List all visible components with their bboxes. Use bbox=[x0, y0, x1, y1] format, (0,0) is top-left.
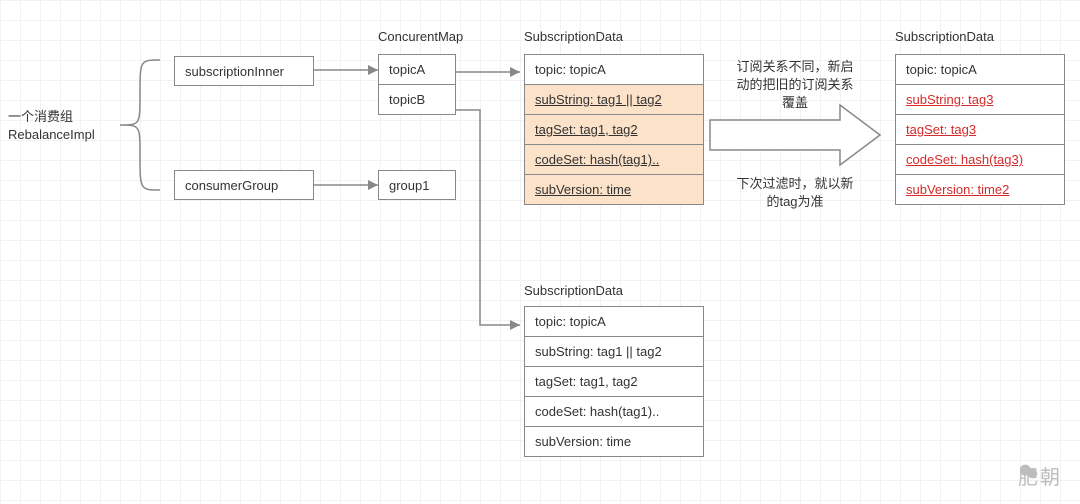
subscription-data-title-right: SubscriptionData bbox=[895, 28, 994, 46]
map-row-topicA: topicA bbox=[379, 55, 455, 85]
arrow-note-bottom: 下次过滤时，就以新 的tag为准 bbox=[720, 175, 870, 211]
sd1-topic: topic: topicA bbox=[525, 55, 703, 85]
watermark: 肥朝 bbox=[1018, 461, 1062, 490]
sdr-substring: subString: tag3 bbox=[896, 85, 1064, 115]
subscription-inner-box: subscriptionInner bbox=[174, 56, 314, 86]
sd1-codeset: codeSet: hash(tag1).. bbox=[525, 145, 703, 175]
sd2-subversion: subVersion: time bbox=[525, 427, 703, 456]
sdr-topic: topic: topicA bbox=[896, 55, 1064, 85]
sd1-substring: subString: tag1 || tag2 bbox=[525, 85, 703, 115]
diagram-canvas: 一个消费组 RebalanceImpl subscriptionInner co… bbox=[0, 0, 1080, 504]
sdr-tagset: tagSet: tag3 bbox=[896, 115, 1064, 145]
sd2-substring: subString: tag1 || tag2 bbox=[525, 337, 703, 367]
concurrent-map-title: ConcurentMap bbox=[378, 28, 463, 46]
sd1-subversion: subVersion: time bbox=[525, 175, 703, 204]
sd2-tagset: tagSet: tag1, tag2 bbox=[525, 367, 703, 397]
root-label: 一个消费组 RebalanceImpl bbox=[8, 108, 118, 144]
sdr-subversion: subVersion: time2 bbox=[896, 175, 1064, 204]
sd1-tagset: tagSet: tag1, tag2 bbox=[525, 115, 703, 145]
map-row-topicB: topicB bbox=[379, 85, 455, 114]
subscription-data-title-1: SubscriptionData bbox=[524, 28, 623, 46]
subscription-data-1: topic: topicA subString: tag1 || tag2 ta… bbox=[524, 54, 704, 205]
sdr-codeset: codeSet: hash(tag3) bbox=[896, 145, 1064, 175]
subscription-data-right: topic: topicA subString: tag3 tagSet: ta… bbox=[895, 54, 1065, 205]
concurrent-map: topicA topicB bbox=[378, 54, 456, 115]
subscription-data-2: topic: topicA subString: tag1 || tag2 ta… bbox=[524, 306, 704, 457]
sd2-codeset: codeSet: hash(tag1).. bbox=[525, 397, 703, 427]
sd2-topic: topic: topicA bbox=[525, 307, 703, 337]
subscription-data-title-2: SubscriptionData bbox=[524, 282, 623, 300]
watermark-text: 肥朝 bbox=[1018, 461, 1062, 490]
arrow-note-top: 订阅关系不同，新启 动的把旧的订阅关系 覆盖 bbox=[720, 58, 870, 113]
group-value-box: group1 bbox=[378, 170, 456, 200]
consumer-group-box: consumerGroup bbox=[174, 170, 314, 200]
